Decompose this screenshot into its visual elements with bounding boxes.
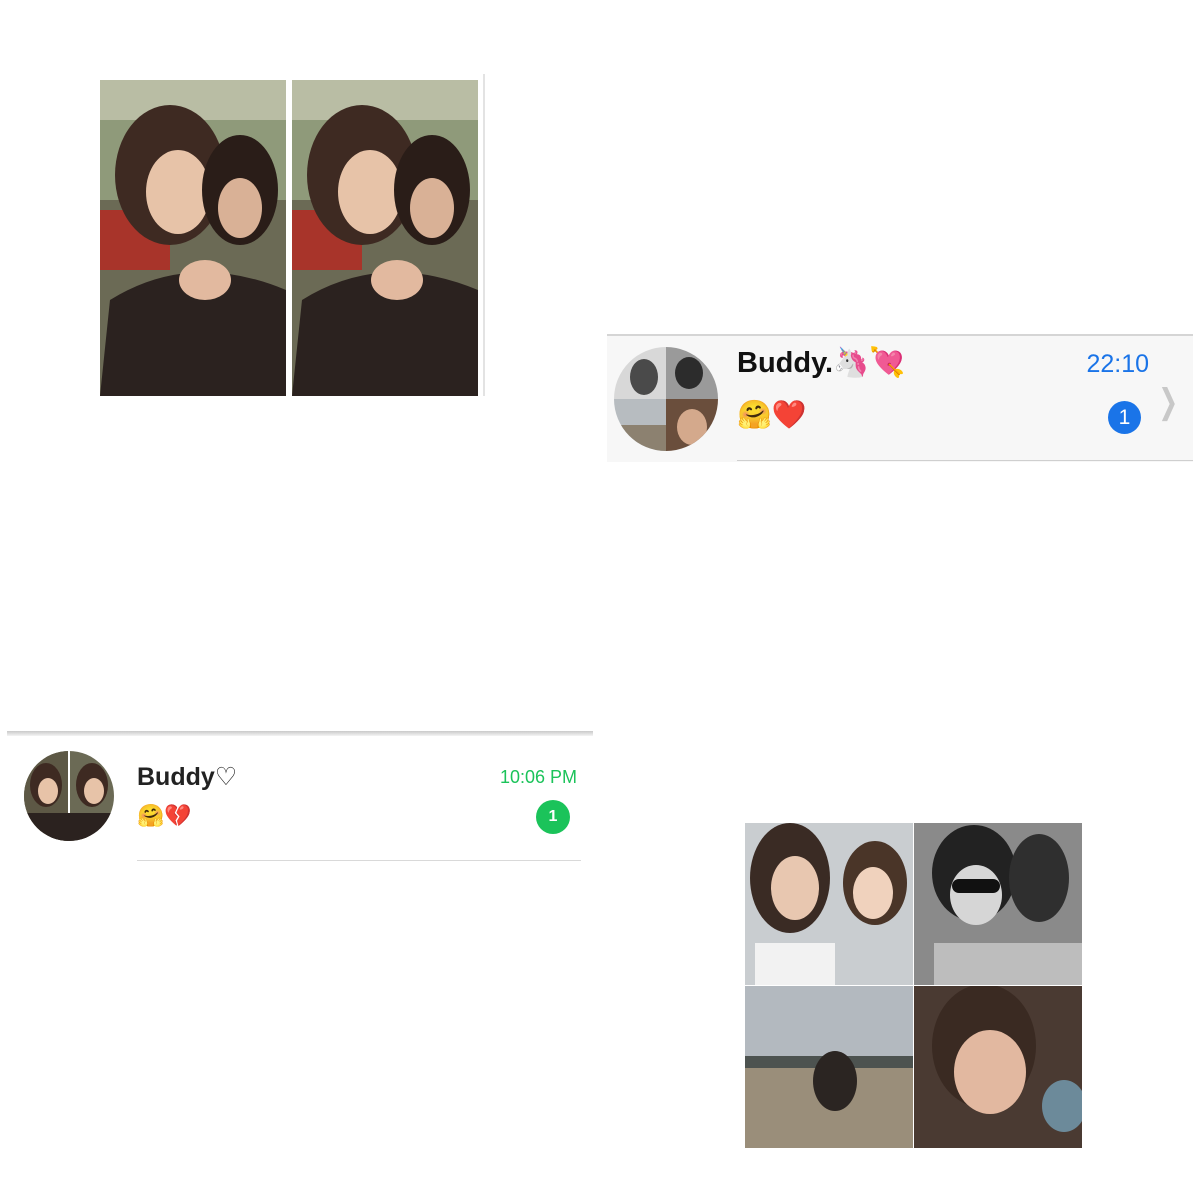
collage-photo-4 xyxy=(914,986,1082,1148)
collage-photo-2 xyxy=(914,823,1082,985)
collage-photo-3 xyxy=(745,986,913,1148)
contact-avatar[interactable] xyxy=(24,751,114,841)
unread-badge: 1 xyxy=(536,800,570,834)
contact-name: Buddy.🦄💘 xyxy=(737,347,906,379)
message-preview: 🤗💔 xyxy=(137,803,192,828)
row-bottom-divider xyxy=(137,860,581,861)
collage-photo-1 xyxy=(745,823,913,985)
ios-chat-row[interactable]: Buddy.🦄💘 22:10 🤗❤️ 1 ❯ xyxy=(607,334,1193,462)
photo-right xyxy=(292,80,478,396)
message-time: 22:10 xyxy=(1086,350,1149,378)
message-preview: 🤗❤️ xyxy=(737,399,807,430)
message-time: 10:06 PM xyxy=(499,767,577,787)
contact-name: Buddy♡ xyxy=(137,763,238,791)
strip-divider xyxy=(483,74,485,396)
row-top-divider xyxy=(607,334,1193,336)
row-bottom-divider xyxy=(737,460,1193,461)
chevron-right-icon[interactable]: ❯ xyxy=(1158,382,1178,422)
contact-avatar[interactable] xyxy=(614,347,718,451)
photo-collage xyxy=(745,823,1082,1149)
photo-strip xyxy=(100,74,486,396)
photo-left xyxy=(100,80,286,396)
toolbar-shadow xyxy=(7,731,593,736)
whatsapp-chat-row[interactable]: Buddy♡ 10:06 PM 🤗💔 1 xyxy=(7,731,593,863)
unread-badge: 1 xyxy=(1108,401,1141,434)
